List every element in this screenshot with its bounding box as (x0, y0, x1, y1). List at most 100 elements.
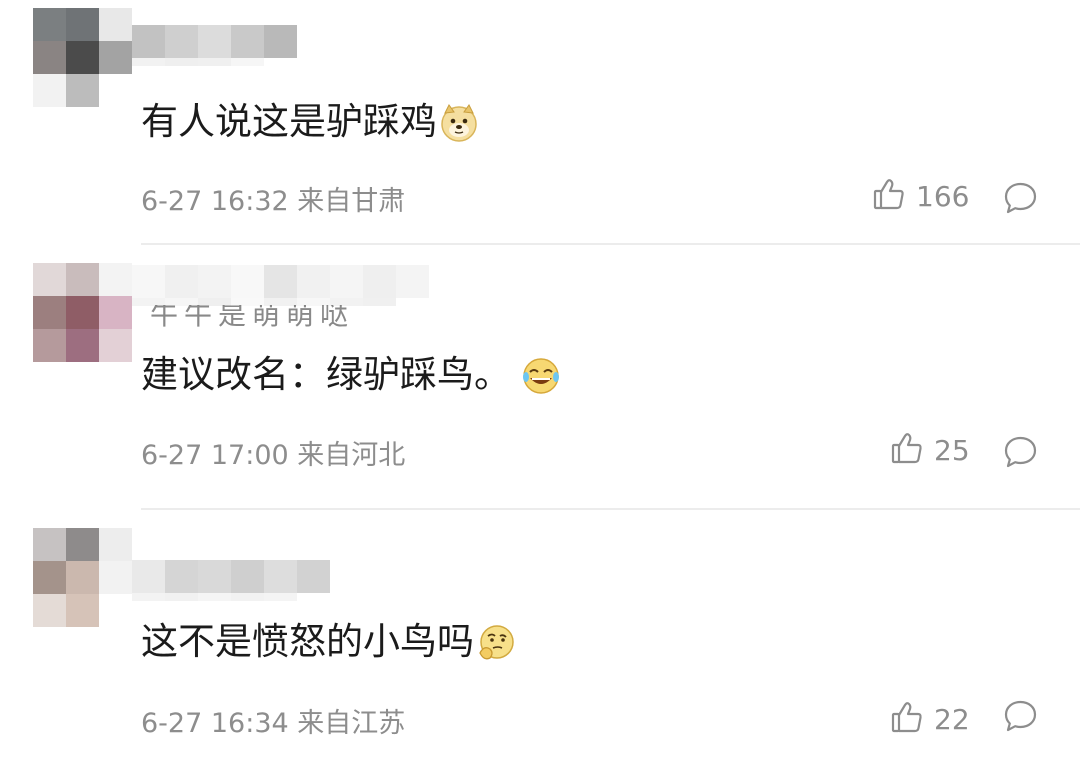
avatar-pixel (66, 594, 99, 627)
avatar-pixel (99, 329, 132, 362)
like-button[interactable]: 22 (890, 700, 970, 738)
like-button[interactable]: 166 (872, 177, 969, 215)
laugh-cry-emoji-icon (521, 356, 559, 394)
blur-block (297, 265, 330, 298)
comment-bubble-icon (1004, 182, 1037, 214)
thumbs-up-icon (872, 177, 906, 215)
comment-meta: 6-27 17:00 来自河北 (141, 440, 406, 471)
avatar[interactable] (33, 8, 132, 107)
username-blurred[interactable] (132, 265, 429, 306)
avatar[interactable] (33, 528, 132, 627)
blur-block (396, 265, 429, 298)
like-count: 22 (934, 702, 970, 736)
blur-block (198, 265, 231, 298)
avatar-pixel (66, 41, 99, 74)
blur-block (297, 560, 330, 593)
blur-block (132, 25, 165, 58)
blur-block (363, 298, 396, 306)
avatar-pixel (33, 561, 66, 594)
avatar-pixel (33, 329, 66, 362)
avatar[interactable] (33, 263, 132, 362)
blur-strip (132, 58, 264, 66)
avatar-pixel (33, 594, 66, 627)
reply-button[interactable] (1003, 435, 1038, 470)
avatar-pixel (99, 561, 132, 594)
comment-item: 这不是愤怒的小鸟吗 6-27 16:34 来自江苏 22 (0, 520, 1080, 778)
avatar-pixel (99, 263, 132, 296)
comment-meta: 6-27 16:32 来自甘肃 (141, 186, 406, 217)
avatar-pixel (33, 296, 66, 329)
thumbs-up-icon (890, 700, 924, 738)
blur-block (198, 593, 231, 601)
like-button[interactable]: 25 (890, 431, 970, 469)
avatar-pixel (66, 8, 99, 41)
blur-block (165, 560, 198, 593)
thinking-emoji-icon (476, 623, 514, 661)
avatar-pixel (33, 263, 66, 296)
blur-block (264, 560, 297, 593)
blur-block (264, 25, 297, 58)
avatar-pixel (66, 329, 99, 362)
comment-text: 有人说这是驴踩鸡 (141, 100, 437, 143)
avatar-pixel (66, 263, 99, 296)
divider (141, 508, 1080, 510)
thumbs-up-icon (890, 431, 924, 469)
doge-emoji-icon (439, 103, 477, 142)
blur-block (264, 298, 297, 306)
comment-text: 建议改名：绿驴踩鸟。 (141, 353, 511, 396)
avatar-pixel (33, 8, 66, 41)
blur-block (165, 58, 198, 66)
avatar-pixel (99, 8, 132, 41)
avatar-pixel (99, 41, 132, 74)
blur-block (165, 265, 198, 298)
avatar-pixel (99, 594, 132, 627)
avatar-pixel (99, 74, 132, 107)
blur-block (363, 265, 396, 298)
avatar-pixel (66, 528, 99, 561)
comment-text: 这不是愤怒的小鸟吗 (141, 620, 474, 663)
comment-bubble-icon (1004, 700, 1037, 732)
blur-block (231, 58, 264, 66)
avatar-pixel (99, 296, 132, 329)
reply-button[interactable] (1003, 699, 1038, 734)
blur-block (198, 58, 231, 66)
like-count: 25 (934, 433, 970, 467)
blur-block (198, 560, 231, 593)
like-count: 166 (916, 179, 970, 213)
blur-block (264, 265, 297, 298)
comment-item: 有人说这是驴踩鸡 6-27 16:32 来自甘肃 166 (0, 0, 1080, 258)
blur-block (165, 593, 198, 601)
blur-block (231, 265, 264, 298)
avatar-pixel (99, 528, 132, 561)
blur-block (330, 298, 363, 306)
comment-text-row: 建议改名：绿驴踩鸟。 (141, 348, 559, 402)
comment-text-row: 这不是愤怒的小鸟吗 (141, 615, 514, 669)
blur-block (231, 593, 264, 601)
blur-block (165, 298, 198, 306)
reply-button[interactable] (1003, 181, 1038, 216)
blur-block (132, 265, 165, 298)
comment-meta: 6-27 16:34 来自江苏 (141, 708, 406, 739)
blur-block (198, 25, 231, 58)
blur-block (132, 298, 165, 306)
avatar-pixel (33, 41, 66, 74)
avatar-pixel (66, 296, 99, 329)
blur-block (264, 593, 297, 601)
blur-block (132, 593, 165, 601)
username-blurred[interactable] (132, 25, 297, 66)
blur-block (231, 25, 264, 58)
blur-block (132, 58, 165, 66)
blur-block (132, 560, 165, 593)
blur-block (231, 298, 264, 306)
blur-block (198, 298, 231, 306)
avatar-pixel (33, 74, 66, 107)
blur-block (297, 298, 330, 306)
comment-bubble-icon (1004, 436, 1037, 468)
username-blurred[interactable] (132, 560, 330, 601)
avatar-pixel (66, 74, 99, 107)
avatar-pixel (66, 561, 99, 594)
comment-text-row: 有人说这是驴踩鸡 (141, 95, 477, 149)
divider (141, 243, 1080, 245)
comment-item: 牛牛是萌萌哒 建议改名：绿驴踩鸟。 6-27 17:00 来自河北 25 (0, 255, 1080, 513)
blur-strip (132, 593, 297, 601)
